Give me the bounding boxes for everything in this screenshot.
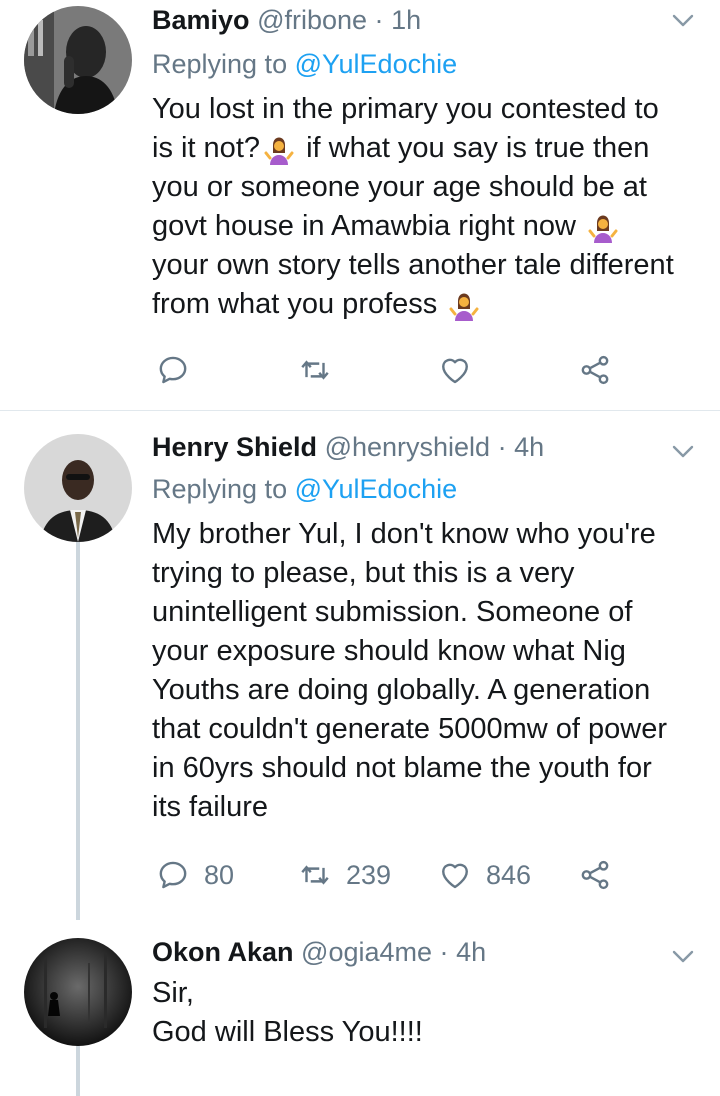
text-line-with-emoji: is it not? if what you say is true then (152, 129, 690, 168)
timestamp[interactable]: 4h (514, 432, 544, 462)
text-line: your own story tells another tale differ… (152, 249, 674, 281)
avatar[interactable] (24, 938, 132, 1046)
separator-dot: · (374, 5, 384, 35)
chevron-down-icon[interactable] (670, 10, 696, 30)
retweet-icon (298, 858, 332, 892)
tweet-okon-akan[interactable]: Okon Akan @ogia4me · 4h Sir, God will Bl… (0, 916, 720, 1096)
text-line: that couldn't generate 5000mw of power (152, 713, 667, 745)
text-line-with-emoji: from what you profess (152, 285, 690, 324)
text-line: Sir, (152, 977, 194, 1009)
text-line: in 60yrs should not blame the youth for (152, 752, 652, 784)
timestamp[interactable]: 1h (391, 5, 421, 35)
chevron-down-icon[interactable] (670, 946, 696, 966)
tweet-actions: 80 239 846 (152, 855, 632, 895)
tweet-text: You lost in the primary you contested to… (152, 90, 690, 324)
tweet-header: Okon Akan @ogia4me · 4h (152, 934, 690, 970)
display-name[interactable]: Bamiyo (152, 5, 250, 35)
user-handle[interactable]: @henryshield (325, 432, 491, 462)
text-line: its failure (152, 791, 269, 823)
text-line: My brother Yul, I don't know who you're (152, 518, 656, 550)
text-line: your exposure should know what Nig (152, 635, 626, 667)
avatar[interactable] (24, 6, 132, 114)
like-button[interactable]: 846 (438, 855, 531, 895)
share-button[interactable] (578, 855, 612, 895)
text-line: unintelligent submission. Someone of (152, 596, 633, 628)
heart-icon (438, 858, 472, 892)
share-button[interactable] (578, 350, 612, 390)
text-line: Youths are doing globally. A generation (152, 674, 651, 706)
replying-prefix: Replying to (152, 474, 288, 504)
user-handle[interactable]: @fribone (257, 5, 367, 35)
retweet-button[interactable]: 239 (298, 855, 391, 895)
separator-dot: · (497, 432, 507, 462)
separator-dot: · (439, 937, 449, 967)
text-segment: is it not? (152, 132, 260, 164)
share-icon (578, 353, 612, 387)
tweet-bamiyo[interactable]: Bamiyo @fribone · 1h Replying to @YulEdo… (0, 0, 720, 410)
tweet-header: Henry Shield @henryshield · 4h (152, 429, 690, 465)
text-segment: from what you profess (152, 288, 438, 320)
replying-prefix: Replying to (152, 49, 288, 79)
reply-count: 80 (204, 859, 235, 890)
tweet-header: Bamiyo @fribone · 1h (152, 2, 690, 38)
like-button[interactable] (438, 350, 472, 390)
tweet-text: Sir, God will Bless You!!!! (152, 974, 690, 1052)
replying-to: Replying to @YulEdochie (152, 469, 690, 509)
reply-icon (156, 858, 190, 892)
mention-link[interactable]: @YulEdochie (295, 474, 458, 504)
display-name[interactable]: Okon Akan (152, 937, 294, 967)
reply-button[interactable]: 80 (156, 855, 234, 895)
text-segment: if what you say is true then (306, 132, 650, 164)
avatar[interactable] (24, 434, 132, 542)
person-shrugging-emoji-icon (264, 135, 294, 165)
mention-link[interactable]: @YulEdochie (295, 49, 458, 79)
retweet-button[interactable] (298, 350, 332, 390)
text-line-with-emoji: govt house in Amawbia right now (152, 207, 690, 246)
heart-icon (438, 353, 472, 387)
tweet-henry-shield[interactable]: Henry Shield @henryshield · 4h Replying … (0, 411, 720, 916)
like-count: 846 (486, 859, 532, 890)
retweet-icon (298, 353, 332, 387)
user-handle[interactable]: @ogia4me (301, 937, 432, 967)
text-line: God will Bless You!!!! (152, 1016, 423, 1048)
text-segment: govt house in Amawbia right now (152, 210, 576, 242)
person-shrugging-emoji-icon (449, 291, 479, 321)
chevron-down-icon[interactable] (670, 441, 696, 461)
reply-button[interactable] (156, 350, 190, 390)
reply-icon (156, 353, 190, 387)
text-line: trying to please, but this is a very (152, 557, 575, 589)
retweet-count: 239 (346, 859, 392, 890)
tweet-actions (152, 350, 632, 390)
text-line: you or someone your age should be at (152, 171, 647, 203)
display-name[interactable]: Henry Shield (152, 432, 317, 462)
replying-to: Replying to @YulEdochie (152, 44, 690, 84)
person-shrugging-emoji-icon (588, 213, 618, 243)
share-icon (578, 858, 612, 892)
text-line: You lost in the primary you contested to (152, 93, 659, 125)
timestamp[interactable]: 4h (456, 937, 486, 967)
tweet-text: My brother Yul, I don't know who you're … (152, 515, 690, 827)
